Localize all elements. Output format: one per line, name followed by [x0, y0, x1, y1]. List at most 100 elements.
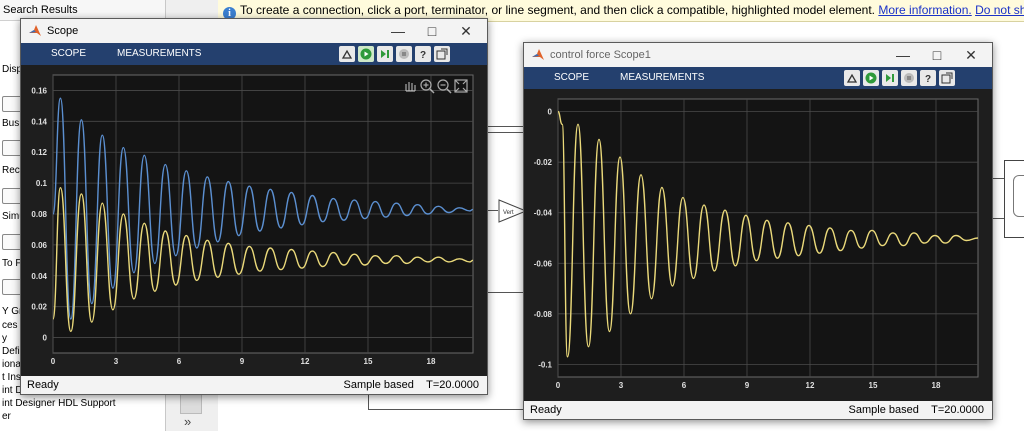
y-tick-label: 0.12 [31, 148, 47, 157]
library-item-hdl-support[interactable]: int Designer HDL Support [2, 398, 116, 409]
explorer-bar-icon[interactable] [180, 392, 202, 414]
run-button[interactable] [863, 70, 879, 86]
status-time: T=20.0000 [426, 379, 479, 391]
info-message: To create a connection, click a port, te… [240, 3, 876, 17]
step-forward-button[interactable] [377, 46, 393, 62]
close-button[interactable]: ✕ [954, 43, 988, 67]
stop-button[interactable] [901, 70, 917, 86]
run-button[interactable] [358, 46, 374, 62]
status-sample-time: Sample based T=20.0000 [849, 401, 984, 419]
help-icon: ? [925, 74, 931, 84]
matlab-logo-icon [532, 49, 544, 60]
y-tick-label: 0.08 [31, 210, 47, 219]
x-tick-label: 3 [114, 357, 119, 366]
status-mode: Sample based [848, 404, 919, 416]
y-tick-label: 0.02 [31, 303, 47, 312]
maximize-button[interactable]: □ [415, 19, 449, 43]
highlight-icon [341, 49, 353, 59]
step-forward-icon [381, 50, 389, 58]
control-force-scope-window[interactable]: control force Scope1 — □ ✕ SCOPE MEASURE… [523, 42, 993, 420]
status-sample-time: Sample based T=20.0000 [344, 376, 479, 394]
step-forward-button[interactable] [882, 70, 898, 86]
y-tick-label: 0.1 [36, 179, 48, 188]
y-tick-label: -0.04 [534, 209, 553, 218]
x-tick-label: 15 [869, 381, 878, 390]
undock-icon [941, 72, 953, 84]
subsystem-block[interactable] [1004, 160, 1024, 238]
library-item-y[interactable]: y [2, 333, 7, 344]
window-title: Scope [47, 25, 79, 37]
scope-plot-area[interactable]: 0 3 6 9 12 15 18 0 0.02 0.04 0.06 0.08 0.1 0.12 0.14 0.… [21, 65, 487, 376]
library-item-er[interactable]: er [2, 411, 11, 422]
highlight-block-button[interactable] [339, 46, 355, 62]
y-tick-label: 0.14 [31, 117, 47, 126]
maximize-button[interactable]: □ [920, 43, 954, 67]
y-tick-label: -0.02 [534, 158, 553, 167]
stop-button[interactable] [396, 46, 412, 62]
status-ready: Ready [27, 379, 59, 391]
y-tick-label: 0 [548, 108, 553, 117]
signal-line[interactable] [368, 409, 524, 410]
tab-scope[interactable]: SCOPE [51, 43, 86, 65]
record-block-icon [2, 140, 22, 156]
x-tick-label: 18 [932, 381, 941, 390]
svg-text:?: ? [925, 74, 931, 84]
step-forward-icon [886, 74, 894, 82]
stop-icon [399, 49, 409, 59]
subsystem-inner-shape [1013, 175, 1024, 217]
svg-text:?: ? [420, 50, 426, 60]
help-button[interactable]: ? [920, 70, 936, 86]
do-not-show-again-link[interactable]: Do not show again [975, 3, 1024, 17]
scope-plot-svg[interactable]: 0 3 6 9 12 15 18 0 -0.02 -0.04 -0.06 -0.08 -0.1 [524, 89, 992, 401]
y-tick-label: -0.1 [538, 360, 552, 369]
tab-scope[interactable]: SCOPE [554, 67, 589, 89]
undock-icon [436, 48, 448, 60]
window-title: control force Scope1 [550, 49, 651, 61]
x-tick-label: 12 [806, 381, 815, 390]
scope-titlebar[interactable]: control force Scope1 — □ ✕ [524, 43, 992, 67]
scope-plot-svg[interactable]: 0 3 6 9 12 15 18 0 0.02 0.04 0.06 0.08 0.1 0.12 0.14 0.… [21, 65, 487, 376]
x-tick-label: 6 [682, 381, 687, 390]
signal-line[interactable] [488, 292, 524, 293]
undock-button[interactable] [939, 70, 955, 86]
y-tick-label: 0.04 [31, 272, 47, 281]
more-information-link[interactable]: More information. [878, 3, 971, 17]
scope-plot-area[interactable]: 0 3 6 9 12 15 18 0 -0.02 -0.04 -0.06 -0.08 -0.1 [524, 89, 992, 401]
y-tick-label: 0 [43, 334, 48, 343]
matlab-logo-icon [29, 25, 41, 36]
stop-block-icon [2, 188, 22, 204]
x-tick-label: 15 [364, 357, 373, 366]
highlight-block-button[interactable] [844, 70, 860, 86]
tab-measurements[interactable]: MEASUREMENTS [620, 67, 704, 89]
y-tick-label: 0.16 [31, 86, 47, 95]
x-tick-label: 0 [556, 381, 561, 390]
stop-icon [904, 73, 914, 83]
x-tick-label: 9 [745, 381, 750, 390]
x-tick-label: 12 [301, 357, 310, 366]
highlight-icon [846, 73, 858, 83]
signal-line[interactable] [488, 210, 498, 211]
scope-statusbar: Ready Sample based T=20.0000 [524, 401, 992, 419]
scope-window[interactable]: Scope — □ ✕ SCOPE MEASUREMENTS ? 0 3 6 9 12 1… [20, 18, 488, 395]
scope-ribbon: SCOPE MEASUREMENTS ? [524, 67, 992, 89]
help-button[interactable]: ? [415, 46, 431, 62]
status-time: T=20.0000 [931, 404, 984, 416]
scope-titlebar[interactable]: Scope — □ ✕ [21, 19, 487, 43]
x-tick-label: 6 [177, 357, 182, 366]
minimize-button[interactable]: — [886, 43, 920, 67]
signal-line[interactable] [488, 126, 524, 127]
signal-line[interactable] [488, 132, 524, 133]
minimize-button[interactable]: — [381, 19, 415, 43]
library-item-ces[interactable]: ces [2, 320, 18, 331]
x-tick-label: 0 [51, 357, 56, 366]
scope-ribbon: SCOPE MEASUREMENTS ? [21, 43, 487, 65]
y-tick-label: -0.08 [534, 310, 553, 319]
x-tick-label: 18 [427, 357, 436, 366]
status-mode: Sample based [343, 379, 414, 391]
close-button[interactable]: ✕ [449, 19, 483, 43]
gain-block-label: Vert [503, 210, 514, 216]
tab-measurements[interactable]: MEASUREMENTS [117, 43, 201, 65]
undock-button[interactable] [434, 46, 450, 62]
expand-chevron-icon[interactable]: » [184, 414, 191, 429]
tofile-block-icon [2, 234, 22, 250]
